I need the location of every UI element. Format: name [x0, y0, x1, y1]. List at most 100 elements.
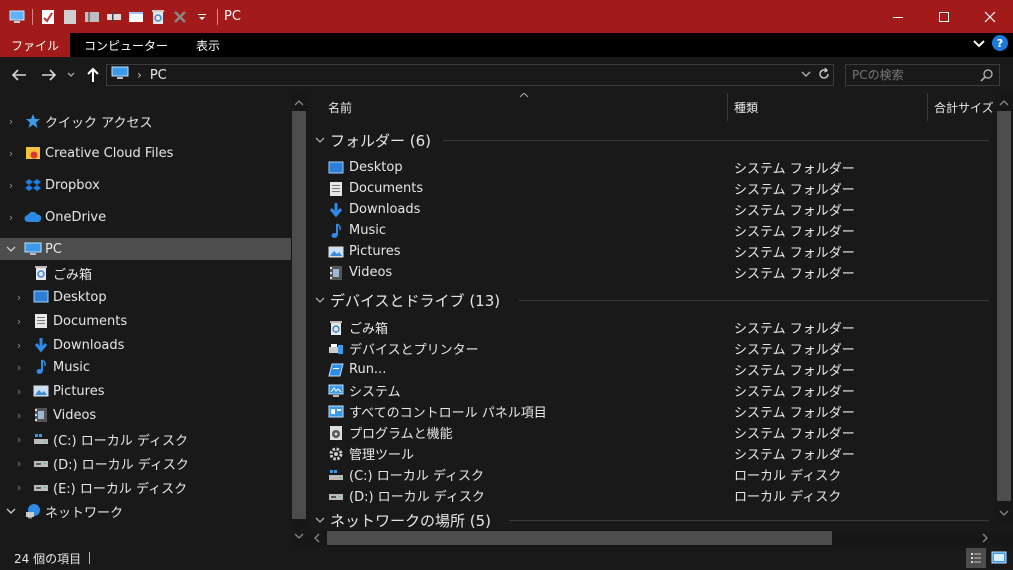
- nav-item-drive-c[interactable]: › (C:) ローカル ディスク: [0, 428, 291, 450]
- horizontal-scrollbar-thumb[interactable]: [327, 531, 832, 545]
- tab-file[interactable]: ファイル: [0, 33, 71, 57]
- minimize-button[interactable]: [875, 0, 921, 33]
- large-icons-view-button[interactable]: [989, 548, 1009, 568]
- file-list-horizontal-scrollbar[interactable]: [307, 530, 1013, 546]
- delete-icon[interactable]: [171, 8, 189, 26]
- nav-item-music[interactable]: › Music: [0, 356, 291, 378]
- column-type[interactable]: 種類: [734, 93, 758, 121]
- scroll-right-icon[interactable]: [977, 530, 993, 546]
- chevron-right-icon[interactable]: ›: [12, 291, 26, 304]
- chevron-right-icon[interactable]: ›: [12, 457, 26, 470]
- column-divider[interactable]: [927, 93, 928, 121]
- group-header-devices[interactable]: デバイスとドライブ (13): [315, 289, 500, 311]
- chevron-down-icon[interactable]: [4, 507, 18, 515]
- address-bar[interactable]: › PC: [106, 64, 834, 86]
- window-icon[interactable]: [127, 8, 145, 26]
- column-total-size[interactable]: 合計サイズ: [934, 93, 994, 121]
- scroll-up-icon[interactable]: [995, 95, 1013, 111]
- list-item[interactable]: (C:) ローカル ディスク ローカル ディスク: [327, 464, 987, 485]
- list-item[interactable]: プログラムと機能 システム フォルダー: [327, 422, 987, 443]
- nav-item-videos[interactable]: › Videos: [0, 404, 291, 426]
- chevron-right-icon[interactable]: ›: [12, 409, 26, 422]
- column-name[interactable]: 名前: [328, 93, 352, 121]
- nav-item-creative-cloud[interactable]: › Creative Cloud Files: [0, 142, 291, 164]
- chevron-right-icon[interactable]: ›: [4, 147, 18, 160]
- help-icon[interactable]: ?: [991, 34, 1009, 56]
- list-item[interactable]: Videos システム フォルダー: [327, 262, 987, 283]
- nav-item-label: クイック アクセス: [45, 115, 153, 131]
- group-header-network-locations[interactable]: ネットワークの場所 (5): [315, 509, 491, 531]
- nav-item-pc[interactable]: PC: [0, 238, 291, 260]
- nav-item-desktop[interactable]: › Desktop: [0, 286, 291, 308]
- list-item[interactable]: Downloads システム フォルダー: [327, 199, 987, 220]
- list-item[interactable]: (D:) ローカル ディスク ローカル ディスク: [327, 485, 987, 506]
- nav-pane-scrollbar[interactable]: [291, 93, 307, 546]
- back-button[interactable]: [10, 66, 28, 84]
- computer-icon[interactable]: [8, 8, 26, 26]
- chevron-right-icon[interactable]: ›: [4, 115, 18, 128]
- chevron-right-icon[interactable]: ›: [12, 315, 26, 328]
- chevron-down-icon[interactable]: [315, 294, 325, 307]
- breadcrumb-pc[interactable]: PC: [150, 68, 167, 83]
- chevron-down-icon[interactable]: [315, 134, 325, 147]
- maximize-button[interactable]: [921, 0, 967, 33]
- tab-view[interactable]: 表示: [182, 33, 234, 57]
- address-dropdown-icon[interactable]: [799, 67, 813, 85]
- list-item[interactable]: 管理ツール システム フォルダー: [327, 443, 987, 464]
- list-item[interactable]: Run... システム フォルダー: [327, 359, 987, 380]
- nav-item-pictures[interactable]: › Pictures: [0, 380, 291, 402]
- chevron-right-icon[interactable]: ›: [4, 211, 18, 224]
- list-item[interactable]: ごみ箱 システム フォルダー: [327, 317, 987, 338]
- nav-item-label: (E:) ローカル ディスク: [53, 481, 188, 497]
- chevron-down-icon[interactable]: [315, 514, 325, 527]
- undo-icon[interactable]: [83, 8, 101, 26]
- close-button[interactable]: [967, 0, 1013, 33]
- list-item[interactable]: Desktop システム フォルダー: [327, 157, 987, 178]
- nav-item-quick-access[interactable]: › クイック アクセス: [0, 110, 291, 132]
- scroll-down-icon[interactable]: [995, 505, 1013, 521]
- nav-item-onedrive[interactable]: › OneDrive: [0, 206, 291, 228]
- chevron-right-icon[interactable]: ›: [12, 481, 26, 494]
- recent-locations-button[interactable]: [64, 66, 78, 84]
- list-item[interactable]: Music システム フォルダー: [327, 220, 987, 241]
- scroll-left-icon[interactable]: [309, 530, 325, 546]
- nav-item-drive-d[interactable]: › (D:) ローカル ディスク: [0, 452, 291, 474]
- file-list-vertical-scrollbar[interactable]: [995, 93, 1013, 523]
- nav-item-documents[interactable]: › Documents: [0, 310, 291, 332]
- chevron-right-icon[interactable]: ›: [12, 385, 26, 398]
- properties-icon[interactable]: [39, 8, 57, 26]
- details-view-button[interactable]: [966, 548, 986, 568]
- up-button[interactable]: [84, 66, 102, 84]
- chevron-right-icon[interactable]: ›: [12, 361, 26, 374]
- nav-item-recycle-bin[interactable]: ごみ箱: [0, 262, 291, 284]
- chevron-down-icon[interactable]: [4, 245, 18, 253]
- list-item[interactable]: すべてのコントロール パネル項目 システム フォルダー: [327, 401, 987, 422]
- recycle-icon[interactable]: [149, 8, 167, 26]
- rename-icon[interactable]: [105, 8, 123, 26]
- list-item[interactable]: Documents システム フォルダー: [327, 178, 987, 199]
- list-item[interactable]: デバイスとプリンター システム フォルダー: [327, 338, 987, 359]
- tab-computer[interactable]: コンピューター: [70, 33, 182, 57]
- forward-button[interactable]: [40, 66, 58, 84]
- new-folder-icon[interactable]: [61, 8, 79, 26]
- chevron-right-icon[interactable]: ›: [4, 179, 18, 192]
- scroll-down-icon[interactable]: [291, 528, 307, 544]
- nav-item-dropbox[interactable]: › Dropbox: [0, 174, 291, 196]
- refresh-icon[interactable]: [817, 67, 831, 85]
- search-input[interactable]: [852, 68, 977, 82]
- nav-item-downloads[interactable]: › Downloads: [0, 334, 291, 356]
- list-item[interactable]: システム システム フォルダー: [327, 380, 987, 401]
- chevron-right-icon[interactable]: ›: [12, 339, 26, 352]
- nav-item-network[interactable]: ネットワーク: [0, 500, 291, 522]
- vertical-scrollbar-thumb[interactable]: [997, 111, 1011, 501]
- search-icon[interactable]: [980, 68, 994, 86]
- column-divider[interactable]: [727, 93, 728, 121]
- group-header-folders[interactable]: フォルダー (6): [315, 129, 431, 151]
- expand-ribbon-chevron-icon[interactable]: [973, 38, 985, 53]
- customize-dropdown-icon[interactable]: [193, 8, 211, 26]
- nav-item-drive-e[interactable]: › (E:) ローカル ディスク: [0, 476, 291, 498]
- list-item[interactable]: Pictures システム フォルダー: [327, 241, 987, 262]
- chevron-right-icon[interactable]: ›: [12, 433, 26, 446]
- scroll-up-icon[interactable]: [291, 95, 307, 111]
- nav-scrollbar-thumb[interactable]: [292, 111, 306, 519]
